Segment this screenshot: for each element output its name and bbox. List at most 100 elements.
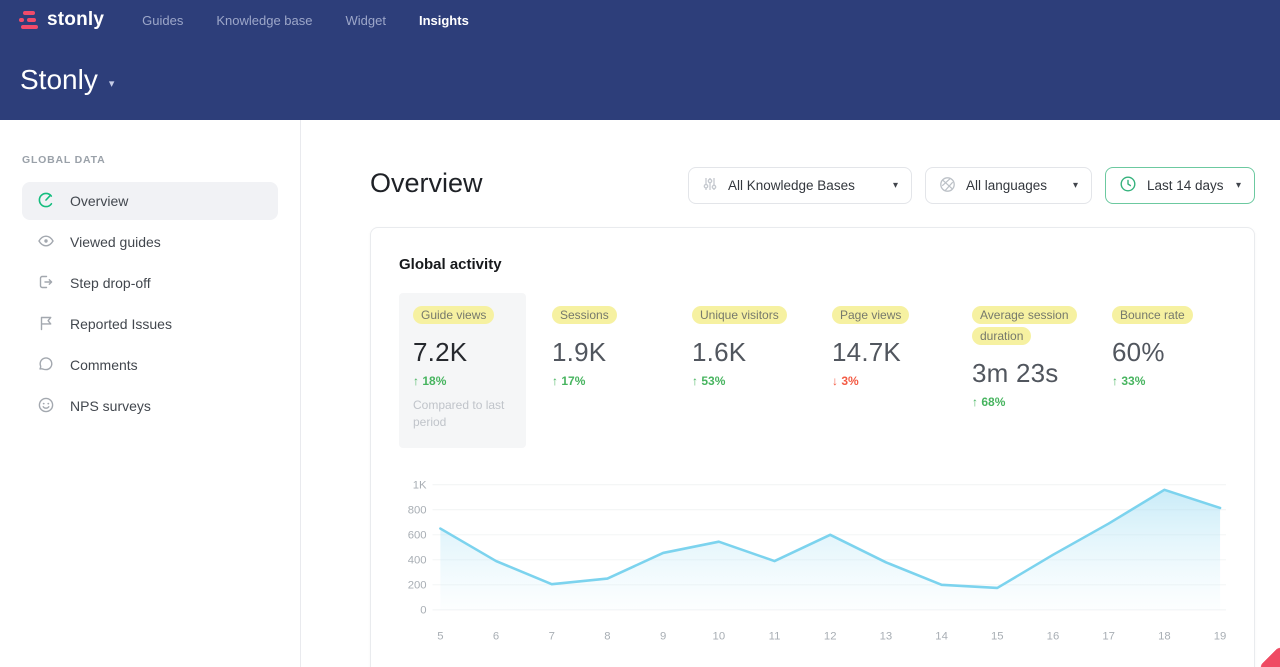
metric-note: Compared to last period	[413, 397, 512, 432]
filter-label: All languages	[966, 178, 1047, 193]
sidebar-item-label: Viewed guides	[70, 234, 161, 250]
svg-text:800: 800	[408, 505, 427, 517]
svg-text:9: 9	[660, 630, 666, 642]
gauge-icon	[37, 191, 55, 212]
activity-chart-area: 0 200 400 600 800 1K 5 6 7 8 9 10 11 12 13 14 15 16 17 18 19	[399, 472, 1226, 654]
page-title: Overview	[370, 168, 483, 199]
global-activity-card: Global activity Guide views 7.2K ↑ 18% C…	[370, 227, 1255, 667]
svg-text:8: 8	[604, 630, 610, 642]
trend-arrow-icon: ↓	[832, 374, 838, 388]
date-range-filter-dropdown[interactable]: Last 14 days ▾	[1105, 167, 1255, 204]
metric-delta: ↑ 18%	[413, 374, 512, 388]
filter-label: Last 14 days	[1147, 178, 1224, 193]
trend-arrow-icon: ↑	[552, 374, 558, 388]
workspace-title: Stonly	[20, 64, 98, 96]
svg-text:600: 600	[408, 530, 427, 542]
card-title: Global activity	[399, 256, 1226, 273]
svg-text:0: 0	[420, 605, 426, 617]
svg-text:17: 17	[1102, 630, 1115, 642]
sidebar-item-label: NPS surveys	[70, 398, 151, 414]
metric-guide-views[interactable]: Guide views 7.2K ↑ 18% Compared to last …	[399, 293, 526, 448]
metrics-row: Guide views 7.2K ↑ 18% Compared to last …	[399, 293, 1226, 448]
nav-item-widget[interactable]: Widget	[346, 13, 386, 28]
metric-value: 1.9K	[552, 337, 666, 368]
svg-text:1K: 1K	[413, 480, 427, 492]
metric-delta: ↑ 53%	[692, 374, 806, 388]
chevron-down-icon: ▾	[1236, 180, 1241, 191]
metric-value: 1.6K	[692, 337, 806, 368]
svg-text:15: 15	[991, 630, 1004, 642]
metric-unique-visitors[interactable]: Unique visitors 1.6K ↑ 53%	[692, 293, 806, 388]
metric-page-views[interactable]: Page views 14.7K ↓ 3%	[832, 293, 946, 388]
svg-text:7: 7	[549, 630, 555, 642]
sidebar-section-label: GLOBAL DATA	[22, 154, 300, 166]
smiley-icon	[37, 396, 55, 417]
trend-arrow-icon: ↑	[413, 374, 419, 388]
knowledge-base-filter-dropdown[interactable]: All Knowledge Bases ▾	[688, 167, 912, 204]
flag-icon	[37, 314, 55, 335]
svg-text:19: 19	[1214, 630, 1226, 642]
metric-avg-session-duration[interactable]: Average session duration 3m 23s ↑ 68%	[972, 293, 1086, 409]
global-activity-chart: 0 200 400 600 800 1K 5 6 7 8 9 10 11 12 13 14 15 16 17 18 19	[399, 472, 1226, 654]
metric-label: Bounce rate	[1112, 306, 1193, 324]
sidebar-item-label: Comments	[70, 357, 138, 373]
top-navigation: stonly Guides Knowledge base Widget Insi…	[0, 0, 1280, 40]
sidebar-item-step-drop-off[interactable]: Step drop-off	[22, 264, 278, 302]
svg-text:10: 10	[713, 630, 726, 642]
sidebar-item-reported-issues[interactable]: Reported Issues	[22, 305, 278, 343]
trend-arrow-icon: ↑	[1112, 374, 1118, 388]
chevron-down-icon: ▾	[109, 77, 115, 90]
sidebar-item-viewed-guides[interactable]: Viewed guides	[22, 223, 278, 261]
metric-value: 60%	[1112, 337, 1226, 368]
svg-text:6: 6	[493, 630, 499, 642]
metric-label: Unique visitors	[692, 306, 787, 324]
chevron-down-icon: ▾	[1073, 180, 1078, 191]
metric-delta: ↓ 3%	[832, 374, 946, 388]
metric-delta: ↑ 17%	[552, 374, 666, 388]
sidebar-item-label: Reported Issues	[70, 316, 172, 332]
metric-delta: ↑ 33%	[1112, 374, 1226, 388]
filter-label: All Knowledge Bases	[728, 178, 855, 193]
svg-text:18: 18	[1158, 630, 1171, 642]
sliders-icon	[702, 176, 718, 195]
clock-icon	[1119, 175, 1137, 196]
metric-label: Average session duration	[972, 306, 1077, 345]
svg-text:400: 400	[408, 555, 427, 567]
svg-text:13: 13	[880, 630, 893, 642]
trend-arrow-icon: ↑	[692, 374, 698, 388]
stonly-logo-icon	[18, 10, 40, 30]
sidebar-item-label: Step drop-off	[70, 275, 151, 291]
brand-name: stonly	[47, 9, 104, 31]
nav-item-insights[interactable]: Insights	[419, 13, 469, 28]
language-filter-dropdown[interactable]: All languages ▾	[925, 167, 1092, 204]
sidebar-item-comments[interactable]: Comments	[22, 346, 278, 384]
trend-arrow-icon: ↑	[972, 395, 978, 409]
comment-icon	[37, 355, 55, 376]
sidebar-item-overview[interactable]: Overview	[22, 182, 278, 220]
chevron-down-icon: ▾	[893, 180, 898, 191]
svg-text:12: 12	[824, 630, 837, 642]
sidebar-item-nps-surveys[interactable]: NPS surveys	[22, 387, 278, 425]
metric-sessions[interactable]: Sessions 1.9K ↑ 17%	[552, 293, 666, 388]
metric-delta: ↑ 68%	[972, 395, 1086, 409]
stonly-logo[interactable]: stonly	[18, 9, 104, 31]
svg-text:16: 16	[1047, 630, 1060, 642]
app-header: stonly Guides Knowledge base Widget Insi…	[0, 0, 1280, 120]
metric-label: Page views	[832, 306, 909, 324]
workspace-selector[interactable]: Stonly ▾	[0, 40, 1280, 96]
svg-text:5: 5	[437, 630, 443, 642]
filters-bar: All Knowledge Bases ▾ All languages ▾ La…	[688, 167, 1255, 204]
nav-item-knowledge-base[interactable]: Knowledge base	[216, 13, 312, 28]
metric-label: Sessions	[552, 306, 617, 324]
metric-value: 3m 23s	[972, 358, 1086, 389]
svg-text:11: 11	[769, 630, 781, 642]
sidebar: GLOBAL DATA Overview Viewed guides Step …	[0, 120, 301, 667]
step-exit-icon	[37, 273, 55, 294]
metric-value: 7.2K	[413, 337, 512, 368]
nav-item-guides[interactable]: Guides	[142, 13, 183, 28]
svg-text:14: 14	[935, 630, 948, 642]
main-content: Overview All Knowledge Bases ▾ All langu…	[301, 120, 1280, 667]
metric-bounce-rate[interactable]: Bounce rate 60% ↑ 33%	[1112, 293, 1226, 388]
svg-text:200: 200	[408, 580, 427, 592]
globe-icon	[939, 176, 956, 196]
